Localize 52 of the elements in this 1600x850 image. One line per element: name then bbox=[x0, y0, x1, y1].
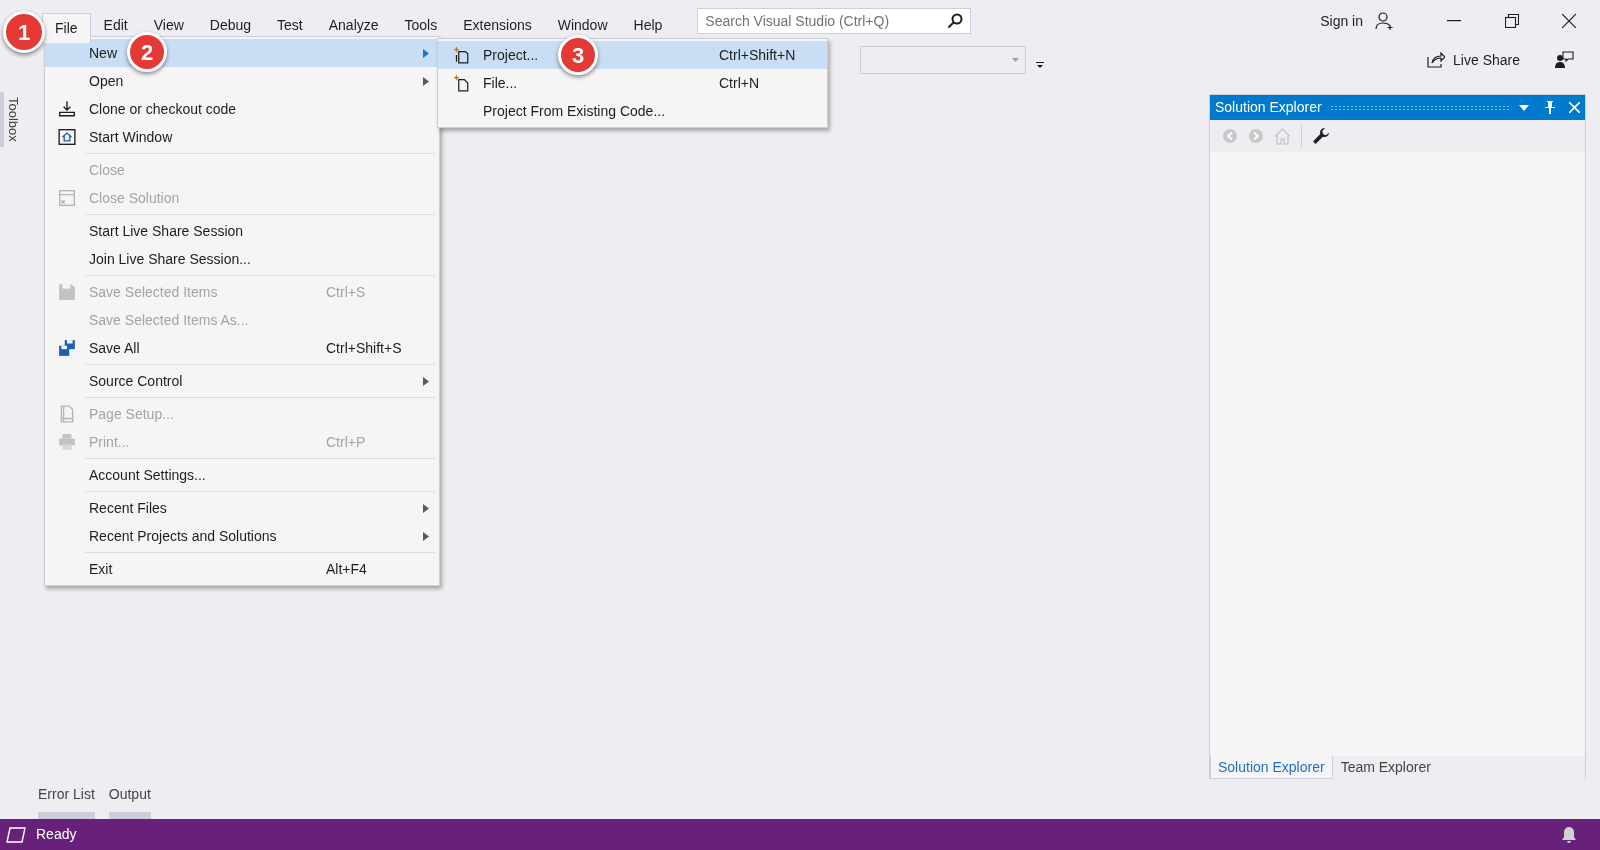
feedback-icon[interactable] bbox=[1554, 51, 1574, 69]
menu-entry[interactable]: Account Settings... bbox=[45, 461, 439, 489]
menu-item[interactable]: Extensions bbox=[450, 12, 545, 38]
panel-tab[interactable]: Team Explorer bbox=[1332, 756, 1439, 779]
minimize-icon[interactable] bbox=[1447, 20, 1461, 22]
window-close-icon bbox=[58, 189, 76, 207]
menu-item[interactable]: Help bbox=[620, 12, 676, 38]
overflow-icon[interactable] bbox=[1036, 62, 1044, 68]
parallelogram-icon bbox=[6, 826, 26, 843]
menu-entry[interactable]: Join Live Share Session... bbox=[45, 245, 439, 273]
wrench-icon[interactable] bbox=[1312, 127, 1330, 145]
share-icon bbox=[1427, 52, 1446, 68]
new-file-icon bbox=[451, 74, 470, 92]
menu-item[interactable]: Analyze bbox=[315, 12, 392, 38]
bell-icon[interactable] bbox=[1560, 825, 1578, 844]
download-icon bbox=[58, 100, 76, 118]
restore-icon[interactable] bbox=[1505, 14, 1519, 28]
menu-entry[interactable]: Start Window bbox=[45, 123, 439, 151]
panel-title: Solution Explorer bbox=[1215, 98, 1322, 117]
pin-icon[interactable] bbox=[1545, 101, 1555, 114]
menu-item[interactable]: Debug bbox=[196, 12, 265, 38]
menu-item[interactable]: Tools bbox=[391, 12, 451, 38]
menu-entry[interactable]: Save All Ctrl+Shift+S bbox=[45, 334, 439, 362]
menu-entry[interactable]: Source Control bbox=[45, 367, 439, 395]
page-icon bbox=[58, 405, 76, 423]
close-icon[interactable] bbox=[1562, 14, 1576, 28]
menu-item[interactable]: File bbox=[42, 13, 91, 43]
tool-window-tab[interactable]: Output bbox=[108, 784, 151, 819]
caret-icon bbox=[1012, 58, 1019, 62]
live-share-button[interactable]: Live Share bbox=[1427, 49, 1520, 71]
menu-entry[interactable]: Exit Alt+F4 bbox=[45, 555, 439, 583]
toolbox-tab[interactable]: Toolbox bbox=[0, 92, 22, 147]
printer-icon bbox=[58, 433, 76, 451]
search-icon bbox=[947, 13, 964, 29]
menu-item[interactable]: Window bbox=[544, 12, 621, 38]
panel-tab[interactable]: Solution Explorer bbox=[1210, 756, 1333, 779]
home-icon bbox=[58, 128, 76, 146]
menu-entry[interactable]: Start Live Share Session bbox=[45, 217, 439, 245]
step-number-badge: 1 bbox=[3, 11, 45, 53]
search-field[interactable]: Search Visual Studio (Ctrl+Q) bbox=[697, 8, 972, 34]
floppy-disks-icon bbox=[58, 339, 76, 357]
tool-window-tab[interactable]: Error List bbox=[38, 784, 95, 819]
menu-entry[interactable]: Project From Existing Code... bbox=[438, 97, 827, 125]
add-user-icon[interactable] bbox=[1375, 11, 1395, 31]
sign-in-link[interactable]: Sign in bbox=[1320, 10, 1363, 32]
menu-entry[interactable]: Clone or checkout code bbox=[45, 95, 439, 123]
status-text: Ready bbox=[36, 825, 77, 844]
new-project-icon bbox=[451, 46, 470, 64]
caret-icon[interactable] bbox=[1519, 104, 1529, 111]
menu-item[interactable]: Test bbox=[264, 12, 316, 38]
menu-entry[interactable]: Recent Files bbox=[45, 494, 439, 522]
menu-entry[interactable]: Recent Projects and Solutions bbox=[45, 522, 439, 550]
